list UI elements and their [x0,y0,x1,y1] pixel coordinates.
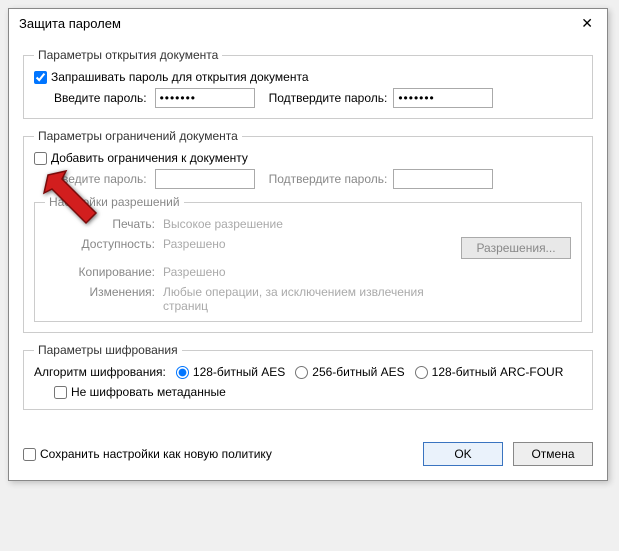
dialog-content: Параметры открытия документа Запрашивать… [9,38,607,434]
add-restrictions-label: Добавить ограничения к документу [51,151,248,165]
radio-arcfour-label: 128-битный ARC-FOUR [432,365,564,379]
radio-aes128[interactable] [176,366,189,379]
open-params-legend: Параметры открытия документа [34,48,222,62]
save-policy-label: Сохранить настройки как новую политику [40,447,272,461]
perm-print-label: Печать: [45,217,155,231]
perm-access-value: Разрешено [163,237,453,251]
open-params-group: Параметры открытия документа Запрашивать… [23,48,593,119]
perm-changes-value: Любые операции, за исключением извлечени… [163,285,453,313]
dialog-footer: Сохранить настройки как новую политику O… [9,434,607,480]
perm-access-label: Доступность: [45,237,155,251]
add-restrictions-row: Добавить ограничения к документу [34,151,582,165]
request-password-checkbox[interactable] [34,71,47,84]
permissions-group: Настройки разрешений Печать: Высокое раз… [34,195,582,322]
close-icon[interactable]: ✕ [577,15,597,32]
restrict-password-row: Введите пароль: Подтвердите пароль: [54,169,582,189]
radio-aes256-label: 256-битный AES [312,365,404,379]
open-confirm-password-input[interactable] [393,88,493,108]
cancel-button[interactable]: Отмена [513,442,593,466]
save-policy-row: Сохранить настройки как новую политику [23,447,413,461]
radio-arcfour[interactable] [415,366,428,379]
perm-print-value: Высокое разрешение [163,217,453,231]
open-confirm-password-label: Подтвердите пароль: [269,91,388,105]
open-enter-password-label: Введите пароль: [54,91,147,105]
perm-changes-label: Изменения: [45,285,155,299]
radio-aes256-wrap[interactable]: 256-битный AES [295,365,404,379]
radio-aes256[interactable] [295,366,308,379]
encryption-algo-label: Алгоритм шифрования: [34,365,166,379]
encryption-algo-row: Алгоритм шифрования: 128-битный AES 256-… [34,365,582,379]
no-encrypt-meta-checkbox[interactable] [54,386,67,399]
restrict-confirm-password-input [393,169,493,189]
save-policy-checkbox[interactable] [23,448,36,461]
restrict-params-group: Параметры ограничений документа Добавить… [23,129,593,333]
radio-aes128-wrap[interactable]: 128-битный AES [176,365,285,379]
window-title: Защита паролем [19,16,121,31]
password-protection-dialog: Защита паролем ✕ Параметры открытия доку… [8,8,608,481]
permissions-legend: Настройки разрешений [45,195,184,209]
open-password-input[interactable] [155,88,255,108]
no-encrypt-meta-label: Не шифровать метаданные [71,385,226,399]
perm-copy-label: Копирование: [45,265,155,279]
encryption-group: Параметры шифрования Алгоритм шифрования… [23,343,593,410]
radio-arcfour-wrap[interactable]: 128-битный ARC-FOUR [415,365,564,379]
permissions-grid: Печать: Высокое разрешение Доступность: … [45,217,571,313]
request-password-row: Запрашивать пароль для открытия документ… [34,70,582,84]
restrict-password-input [155,169,255,189]
radio-aes128-label: 128-битный AES [193,365,285,379]
restrict-confirm-password-label: Подтвердите пароль: [269,172,388,186]
perm-copy-value: Разрешено [163,265,453,279]
restrict-enter-password-label: Введите пароль: [54,172,147,186]
titlebar: Защита паролем ✕ [9,9,607,38]
open-password-row: Введите пароль: Подтвердите пароль: [54,88,582,108]
no-encrypt-meta-row: Не шифровать метаданные [54,385,582,399]
ok-button[interactable]: OK [423,442,503,466]
restrict-params-legend: Параметры ограничений документа [34,129,242,143]
encryption-legend: Параметры шифрования [34,343,182,357]
permissions-button: Разрешения... [461,237,571,259]
request-password-label: Запрашивать пароль для открытия документ… [51,70,309,84]
add-restrictions-checkbox[interactable] [34,152,47,165]
